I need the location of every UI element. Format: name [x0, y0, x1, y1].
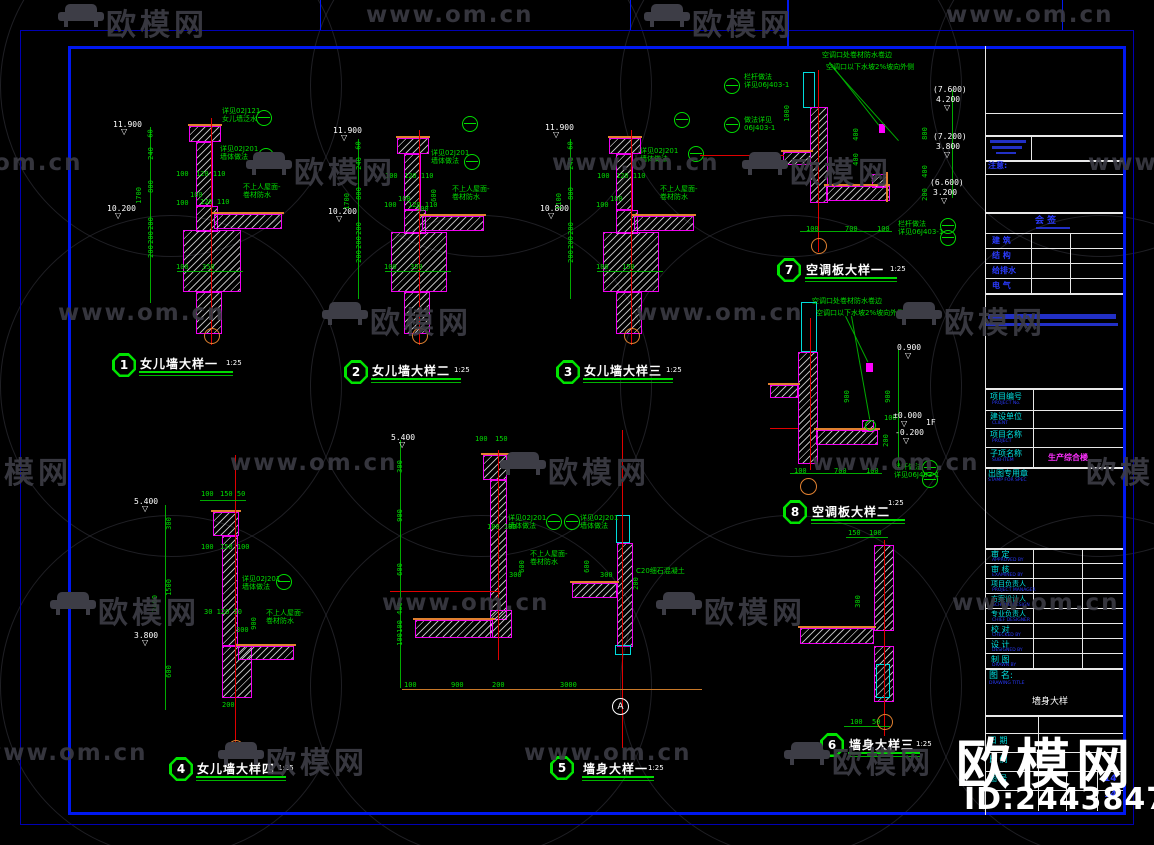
detail-scale: 1:25 [888, 499, 904, 507]
detail-title: 空调板大样一 [806, 263, 885, 277]
sofa-icon [58, 4, 104, 28]
detail-ref-bubble [564, 514, 580, 530]
sofa-icon [656, 592, 702, 616]
detail-ref-bubble [276, 574, 292, 590]
elevation-value: 11.900 [333, 126, 362, 135]
top-tick [320, 0, 321, 30]
sofa-icon [644, 4, 690, 28]
logo-text [996, 152, 1016, 154]
subitem-value: 生产综合楼 [1048, 453, 1088, 462]
detail-scale: 1:25 [890, 265, 906, 273]
detail-ref-bubble [724, 117, 740, 133]
detail-ref-bubble [464, 154, 480, 170]
drawing-name-value: 墙身大样 [1032, 697, 1069, 707]
sofa-icon [50, 592, 96, 616]
detail-title: 空调板大样二 [812, 505, 891, 519]
detail-ref-bubble [256, 110, 272, 126]
detail-number-badge: 1 [112, 353, 136, 377]
watermark-id: ID:2443847 [964, 782, 1154, 817]
detail-ref-bubble [546, 514, 562, 530]
elevation-value: 10.200 [107, 204, 136, 213]
detail-scale: 1:25 [454, 366, 470, 374]
notice-label: 注意: [988, 161, 1008, 170]
sofa-icon [322, 302, 368, 326]
axis-bubble: A [612, 698, 629, 715]
detail-title: 女儿墙大样一 [140, 357, 219, 371]
detail-ref-bubble [724, 78, 740, 94]
detail-ref-bubble [462, 116, 478, 132]
drawing-name-label: 图 名: [989, 671, 1013, 681]
cad-sheet: 11.900 ▽ 10.200 ▽ 60 240 800 1700 200 200 … [0, 0, 1154, 845]
elevation-value: 11.900 [545, 123, 574, 132]
sofa-icon [246, 152, 292, 176]
sofa-icon [218, 742, 264, 766]
detail-title: 女儿墙大样三 [584, 364, 663, 378]
stamp-label: 出图专用章 [988, 469, 1028, 478]
detail-number-badge: 2 [344, 360, 368, 384]
detail-title: 女儿墙大样二 [372, 364, 451, 378]
logo-text [992, 146, 1022, 149]
sofa-icon [896, 302, 942, 326]
sofa-icon [500, 452, 546, 476]
detail-ref-bubble [940, 230, 956, 246]
sofa-icon [742, 152, 788, 176]
detail-scale: 1:25 [226, 359, 242, 367]
logo-text [990, 140, 1026, 143]
detail-ref-bubble [674, 112, 690, 128]
sofa-icon [784, 742, 830, 766]
detail-scale: 1:25 [666, 366, 682, 374]
elevation-value: 11.900 [113, 120, 142, 129]
top-tick [630, 0, 631, 30]
sign-header: 会 签 [1035, 216, 1057, 226]
